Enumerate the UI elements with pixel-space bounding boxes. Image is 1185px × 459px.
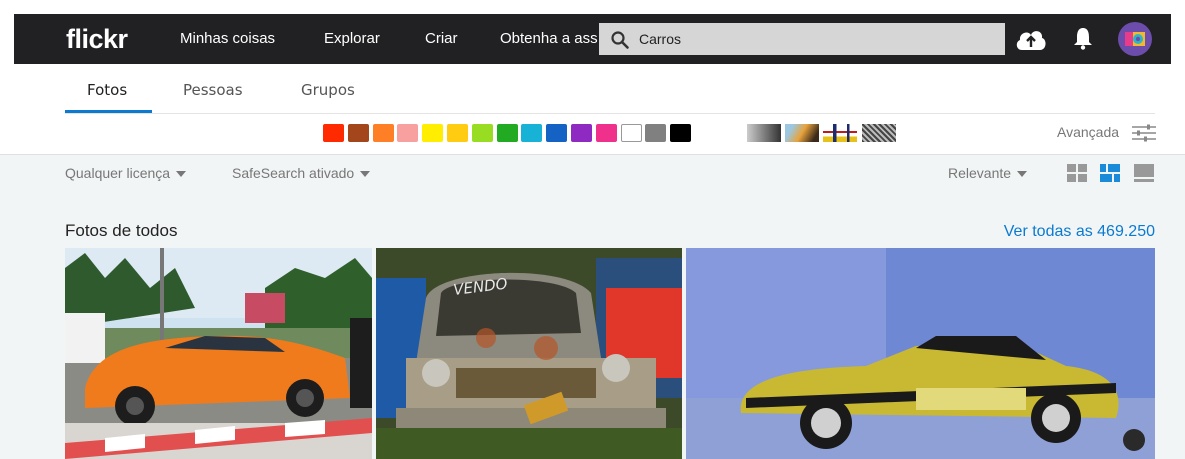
- color-swatch[interactable]: [372, 124, 394, 142]
- color-swatch[interactable]: [397, 124, 419, 142]
- color-swatch[interactable]: [571, 124, 592, 142]
- color-swatch[interactable]: [447, 124, 468, 142]
- nav-link-explore[interactable]: Explorar: [324, 30, 380, 47]
- safesearch-filter-dropdown[interactable]: SafeSearch ativado: [232, 165, 371, 181]
- safesearch-filter-label: SafeSearch ativado: [232, 165, 355, 181]
- rusty-truck-image: VENDO: [376, 248, 682, 459]
- sort-label: Relevante: [948, 165, 1012, 181]
- chevron-down-icon: [360, 171, 371, 178]
- color-swatch[interactable]: [620, 124, 642, 142]
- nav-link-my-stuff[interactable]: Minhas coisas: [180, 30, 275, 47]
- tab-groups[interactable]: Grupos: [301, 81, 355, 99]
- color-swatch[interactable]: [645, 124, 667, 142]
- chevron-down-icon: [1017, 171, 1028, 178]
- tab-photos[interactable]: Fotos: [87, 81, 127, 99]
- flickr-logo[interactable]: flickr: [66, 24, 128, 55]
- upload-cloud-icon[interactable]: [1014, 26, 1048, 52]
- tab-people[interactable]: Pessoas: [183, 81, 243, 99]
- texture-shallow-depth-icon[interactable]: [785, 124, 819, 142]
- top-navigation-bar: flickr Minhas coisas Explorar Criar Obte…: [14, 14, 1171, 64]
- section-title: Fotos de todos: [65, 221, 178, 240]
- color-swatch[interactable]: [496, 124, 518, 142]
- grid-view-icon[interactable]: [1067, 164, 1087, 182]
- search-icon[interactable]: [610, 30, 630, 50]
- photo-orange-coupe[interactable]: [65, 248, 372, 459]
- texture-patterns-icon[interactable]: [862, 124, 896, 142]
- yellow-car-image: [686, 248, 1155, 459]
- color-swatch[interactable]: [546, 124, 568, 142]
- color-swatch[interactable]: [471, 124, 493, 142]
- notifications-bell-icon[interactable]: [1072, 26, 1094, 50]
- photo-rusty-truck[interactable]: VENDO: [376, 248, 682, 459]
- advanced-settings-sliders-icon[interactable]: [1132, 124, 1156, 142]
- license-filter-dropdown[interactable]: Qualquer licença: [65, 165, 187, 181]
- tabs-divider: [65, 113, 1155, 114]
- see-all-link[interactable]: Ver todas as 469.250: [1004, 223, 1155, 241]
- color-swatch[interactable]: [323, 124, 344, 142]
- sort-dropdown[interactable]: Relevante: [948, 165, 1028, 181]
- nav-link-get-pro[interactable]: Obtenha a ass: [500, 30, 598, 47]
- color-swatch[interactable]: [422, 124, 444, 142]
- chevron-down-icon: [176, 171, 187, 178]
- texture-minimalism-icon[interactable]: [823, 124, 857, 142]
- color-swatch[interactable]: [670, 124, 692, 142]
- user-avatar[interactable]: [1118, 22, 1152, 56]
- orange-car-image: [65, 248, 372, 459]
- texture-black-and-white-icon[interactable]: [747, 124, 781, 142]
- search-input[interactable]: [599, 23, 1005, 55]
- photo-yellow-muscle-car[interactable]: [686, 248, 1155, 459]
- license-filter-label: Qualquer licença: [65, 165, 171, 181]
- color-swatch[interactable]: [347, 124, 369, 142]
- advanced-search-link[interactable]: Avançada: [1057, 124, 1119, 140]
- nav-link-create[interactable]: Criar: [425, 30, 458, 47]
- justified-view-icon[interactable]: [1100, 164, 1120, 182]
- color-swatch[interactable]: [521, 124, 543, 142]
- single-view-icon[interactable]: [1134, 164, 1154, 182]
- color-swatch[interactable]: [595, 124, 617, 142]
